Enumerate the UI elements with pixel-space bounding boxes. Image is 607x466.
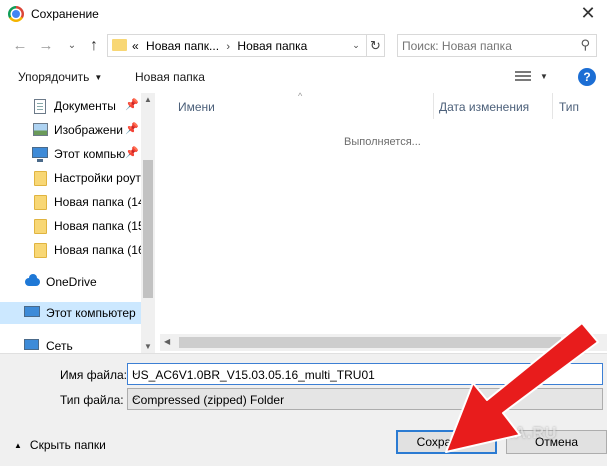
chevron-down-icon[interactable]: ⌄ xyxy=(348,37,364,54)
caret-down-icon: ▼ xyxy=(94,73,103,82)
computer-icon xyxy=(32,147,48,162)
title-bar: Сохранение ✕ xyxy=(0,0,607,30)
view-options-icon[interactable] xyxy=(515,71,531,83)
sidebar-item-this-pc[interactable]: Этот компьютер xyxy=(0,302,141,324)
onedrive-icon xyxy=(25,274,40,286)
sidebar-item-label: Настройки роут xyxy=(54,171,141,185)
pin-icon: 📌 xyxy=(125,147,139,159)
close-icon[interactable]: ✕ xyxy=(575,2,601,26)
column-header-date[interactable]: Дата изменения xyxy=(439,100,529,126)
filetype-label: Тип файла: xyxy=(60,393,124,407)
command-toolbar: Упорядочить ▼ Новая папка ▼ ? xyxy=(0,64,607,92)
help-icon[interactable]: ? xyxy=(578,68,596,86)
scrollbar-thumb[interactable] xyxy=(179,337,561,348)
folder-icon xyxy=(34,243,47,258)
search-box[interactable]: ⚲ xyxy=(397,34,597,57)
watermark-text: WIFIKA.RU xyxy=(464,425,558,442)
navigation-pane: Документы 📌 Изображени 📌 Этот компью 📌 Н… xyxy=(0,93,155,353)
back-arrow-icon[interactable]: ← xyxy=(10,36,30,56)
new-folder-button[interactable]: Новая папка xyxy=(135,70,205,84)
scroll-right-arrow-icon[interactable]: ▶ xyxy=(590,337,596,346)
breadcrumb-item[interactable]: Новая папк... xyxy=(146,39,219,53)
sidebar-item-label: Этот компьютер xyxy=(46,306,136,320)
search-icon[interactable]: ⚲ xyxy=(580,37,590,53)
filetype-select[interactable]: Compressed (zipped) Folder ⌄ xyxy=(127,388,603,410)
caret-up-icon: ▲ xyxy=(14,441,22,450)
forward-arrow-icon[interactable]: → xyxy=(36,36,56,56)
chevron-down-icon[interactable]: ⌄ xyxy=(132,392,598,403)
sidebar-scrollbar[interactable]: ▲ ▼ xyxy=(141,93,155,353)
hide-folders-toggle[interactable]: ▲ Скрыть папки xyxy=(14,438,106,452)
sidebar-item-router-settings[interactable]: Настройки роут xyxy=(0,167,141,189)
sidebar-item-new-folder-14[interactable]: Новая папка (14 xyxy=(0,191,145,213)
window-title: Сохранение xyxy=(31,7,99,21)
sidebar-item-label: OneDrive xyxy=(46,275,97,289)
sidebar-item-label: Документы xyxy=(54,99,116,113)
folder-icon xyxy=(34,171,47,186)
sidebar-item-label: Этот компью xyxy=(54,147,126,161)
pin-icon: 📌 xyxy=(125,99,139,111)
up-arrow-icon[interactable]: ↑ xyxy=(84,36,104,56)
pin-icon: 📌 xyxy=(125,123,139,135)
scroll-left-arrow-icon[interactable]: ◀ xyxy=(164,337,170,346)
horizontal-scrollbar[interactable]: ◀ ▶ xyxy=(160,334,607,351)
sidebar-item-network[interactable]: Сеть xyxy=(0,335,141,353)
search-input[interactable] xyxy=(402,38,572,53)
file-list[interactable]: ^ Имени Дата изменения Тип Выполняется..… xyxy=(160,91,607,353)
computer-icon xyxy=(24,306,40,317)
breadcrumb-overflow[interactable]: « xyxy=(132,39,139,53)
filename-field[interactable]: US_AC6V1.0BR_V15.03.05.16_multi_TRU01 ⌄ xyxy=(127,363,603,385)
sidebar-item-label: Изображени xyxy=(54,123,123,137)
sidebar-item-label: Новая папка (16 xyxy=(54,243,145,257)
view-caret-down-icon[interactable]: ▼ xyxy=(540,72,548,81)
sidebar-item-onedrive[interactable]: OneDrive xyxy=(0,271,141,293)
filename-label: Имя файла: xyxy=(60,368,127,382)
column-header-name[interactable]: Имени xyxy=(178,100,215,126)
breadcrumb-item[interactable]: Новая папка xyxy=(237,39,307,53)
sidebar-item-new-folder-15[interactable]: Новая папка (15 xyxy=(0,215,145,237)
column-divider[interactable] xyxy=(433,93,434,119)
breadcrumb: « Новая папк... › Новая папка xyxy=(132,39,311,53)
chevron-down-icon[interactable]: ⌄ xyxy=(132,367,599,378)
sidebar-item-documents[interactable]: Документы 📌 xyxy=(0,95,141,117)
sidebar-item-this-pc-quick[interactable]: Этот компью 📌 xyxy=(0,143,141,165)
sidebar-item-label: Сеть xyxy=(46,339,73,353)
recent-locations-chevron-icon[interactable]: ⌄ xyxy=(62,36,82,56)
organize-label: Упорядочить xyxy=(18,70,90,84)
scroll-up-arrow-icon[interactable]: ▲ xyxy=(144,95,152,104)
network-icon xyxy=(24,339,39,350)
sidebar-item-new-folder-16[interactable]: Новая папка (16 xyxy=(0,239,145,261)
chrome-icon xyxy=(8,6,24,22)
address-bar[interactable]: « Новая папк... › Новая папка ⌄ ↻ xyxy=(107,34,385,57)
organize-button[interactable]: Упорядочить ▼ xyxy=(18,70,102,84)
scroll-down-arrow-icon[interactable]: ▼ xyxy=(144,342,152,351)
save-form-panel: Имя файла: US_AC6V1.0BR_V15.03.05.16_mul… xyxy=(0,353,607,466)
column-divider[interactable] xyxy=(552,93,553,119)
folder-icon xyxy=(34,195,47,210)
sidebar-item-label: Новая папка (14 xyxy=(54,195,145,209)
column-header-type[interactable]: Тип xyxy=(559,100,579,126)
chevron-right-icon[interactable]: › xyxy=(226,41,230,53)
pictures-icon xyxy=(33,123,48,136)
scrollbar-thumb[interactable] xyxy=(143,160,153,298)
sidebar-item-pictures[interactable]: Изображени 📌 xyxy=(0,119,141,141)
loading-status: Выполняется... xyxy=(344,136,421,148)
sort-indicator-icon: ^ xyxy=(298,91,303,101)
sidebar-item-label: Новая папка (15 xyxy=(54,219,145,233)
document-icon xyxy=(34,99,46,114)
refresh-icon[interactable]: ↻ xyxy=(366,35,384,56)
folder-icon xyxy=(34,219,47,234)
navigation-bar: ← → ⌄ ↑ « Новая папк... › Новая папка ⌄ … xyxy=(0,30,607,62)
hide-folders-label: Скрыть папки xyxy=(29,438,106,452)
folder-icon xyxy=(112,39,127,51)
